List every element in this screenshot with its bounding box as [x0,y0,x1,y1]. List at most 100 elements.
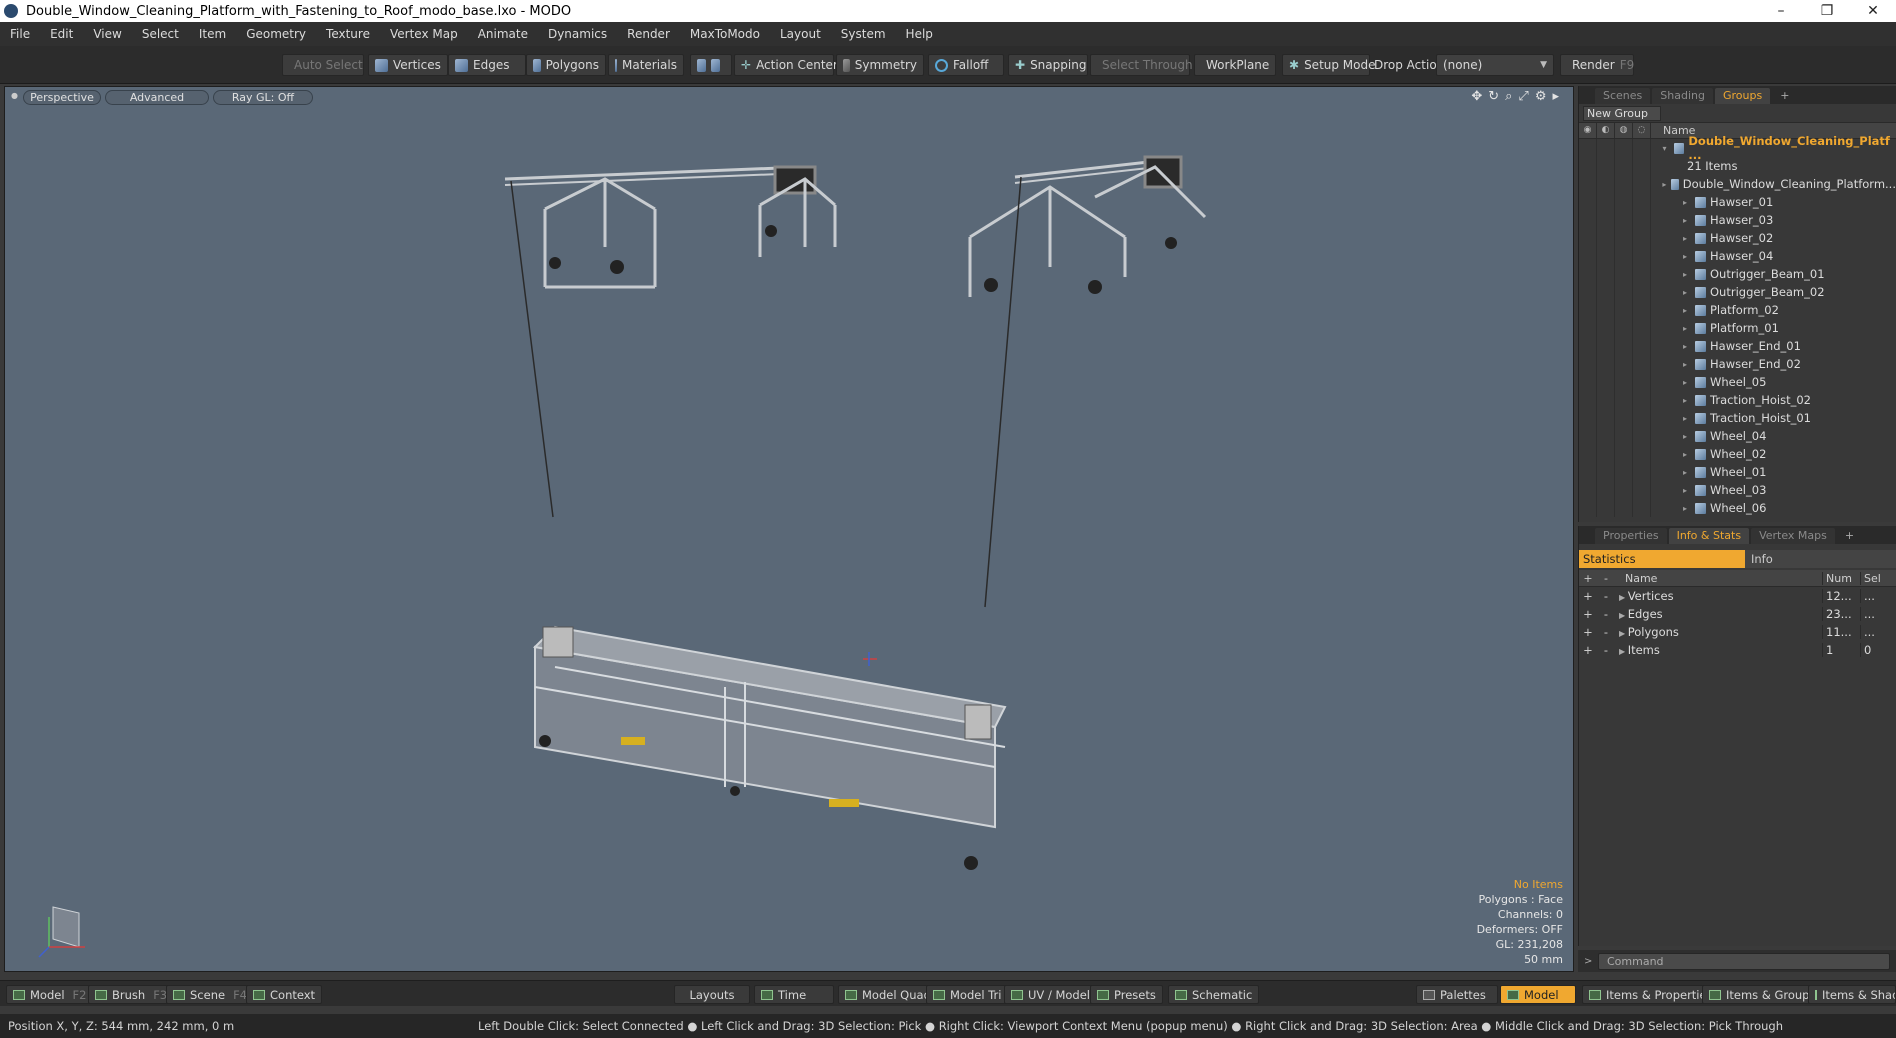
tab-info-stats[interactable]: Info & Stats [1668,528,1750,544]
list-item[interactable]: ▸ Outrigger_Beam_02 [1579,283,1896,301]
snapping-button[interactable]: ✚ Snapping [1008,54,1088,76]
gear-icon[interactable]: ⚙ [1535,89,1547,104]
list-item[interactable]: ▸ Hawser_04 [1579,247,1896,265]
group-row[interactable]: ▾ Double_Window_Cleaning_Platf ... [1579,134,1896,162]
polygons-button[interactable]: Polygons [526,54,606,76]
menu-system[interactable]: System [831,27,896,41]
list-item[interactable]: ▸ Wheel_04 [1579,427,1896,445]
minimize-button[interactable]: – [1758,3,1804,19]
list-item[interactable]: ▸ Wheel_01 [1579,463,1896,481]
minus-icon[interactable]: - [1597,589,1615,603]
render-button[interactable]: Render F9 [1560,54,1634,76]
materials-button[interactable]: Materials [608,54,684,76]
new-group-button[interactable]: New Group [1583,105,1661,121]
plus-icon[interactable]: + [1579,643,1597,657]
3d-viewport[interactable]: ● Perspective Advanced Ray GL: Off ✥ ↻ ⌕… [4,86,1574,972]
model-quad-button[interactable]: Model Quad [838,985,938,1004]
list-item[interactable]: ▸ Wheel_06 [1579,499,1896,517]
menu-item[interactable]: Item [189,27,236,41]
list-item[interactable]: ▸ Platform_02 [1579,301,1896,319]
uv-model-button[interactable]: UV / Model [1004,985,1097,1004]
plus-icon[interactable]: + [1579,589,1597,603]
model-tab-button[interactable]: Model F2 [6,985,94,1004]
menu-help[interactable]: Help [896,27,943,41]
collapse-all-icon[interactable]: - [1597,572,1615,585]
tab-shading[interactable]: Shading [1652,88,1713,104]
drop-action-select[interactable]: (none) ▼ [1436,54,1554,76]
minus-icon[interactable]: - [1597,607,1615,621]
menu-file[interactable]: File [0,27,40,41]
expand-arrow-icon[interactable]: ▶ [1619,611,1628,620]
list-item[interactable]: ▸ Outrigger_Beam_01 [1579,265,1896,283]
items-shading-button[interactable]: Items & Shadi [1808,985,1896,1004]
selection-sets-button[interactable] [690,54,732,76]
model-layout-button[interactable]: Model [1500,985,1576,1004]
tab-statistics[interactable]: Statistics [1579,550,1745,568]
menu-animate[interactable]: Animate [468,27,538,41]
menu-geometry[interactable]: Geometry [236,27,316,41]
tab-vertex-maps[interactable]: Vertex Maps [1751,528,1835,544]
items-properties-button[interactable]: Items & Properties [1582,985,1720,1004]
symmetry-button[interactable]: Symmetry [836,54,924,76]
advanced-button[interactable]: Advanced [105,90,209,105]
select-toggle-icon[interactable]: ◌ [1633,123,1651,138]
auto-select-button[interactable]: Auto Select [282,54,364,76]
list-item[interactable]: ▸ Wheel_03 [1579,481,1896,499]
raygl-button[interactable]: Ray GL: Off [213,90,313,105]
edges-button[interactable]: Edges [448,54,526,76]
menu-maxtomodo[interactable]: MaxToModo [680,27,770,41]
collapse-arrow-icon[interactable]: ▾ [1663,144,1674,153]
layouts-button[interactable]: Layouts [674,985,750,1004]
tab-scenes[interactable]: Scenes [1595,88,1651,104]
menu-view[interactable]: View [83,27,131,41]
menu-layout[interactable]: Layout [770,27,831,41]
minus-icon[interactable]: - [1597,625,1615,639]
tab-properties[interactable]: Properties [1595,528,1667,544]
minus-icon[interactable]: - [1597,643,1615,657]
brush-tab-button[interactable]: Brush F3 [88,985,175,1004]
menu-dynamics[interactable]: Dynamics [538,27,617,41]
tab-groups[interactable]: Groups [1714,88,1771,104]
workplane-button[interactable]: WorkPlane [1194,54,1276,76]
table-row[interactable]: + - ▶ Polygons 11...... [1579,623,1896,641]
list-item[interactable]: ▸ Traction_Hoist_01 [1579,409,1896,427]
pan-icon[interactable]: ✥ [1471,89,1482,104]
list-item[interactable]: ▸ Wheel_05 [1579,373,1896,391]
expand-arrow-icon[interactable]: ▶ [1619,629,1628,638]
schematic-button[interactable]: Schematic [1168,985,1260,1004]
tab-info[interactable]: Info [1745,550,1896,568]
plus-icon[interactable]: + [1579,625,1597,639]
render-toggle-icon[interactable]: ◐ [1597,123,1615,138]
table-row[interactable]: + - ▶ Items 1 0 [1579,641,1896,659]
list-item[interactable]: ▸ Hawser_02 [1579,229,1896,247]
menu-vertex-map[interactable]: Vertex Map [380,27,468,41]
items-groups-button[interactable]: Items & Groups [1702,985,1823,1004]
list-item[interactable]: ▸ Hawser_End_01 [1579,337,1896,355]
viewport-menu-icon[interactable]: ● [11,91,18,100]
visibility-eye-icon[interactable]: ◉ [1579,123,1597,138]
expand-arrow-icon[interactable]: ▶ [1619,593,1628,602]
orbit-icon[interactable]: ↻ [1488,89,1499,104]
list-item[interactable]: ▸ Traction_Hoist_02 [1579,391,1896,409]
expand-arrow-icon[interactable]: ▸ [1552,89,1559,104]
list-item[interactable]: ▸ Hawser_03 [1579,211,1896,229]
menu-select[interactable]: Select [132,27,189,41]
table-row[interactable]: + - ▶ Vertices 12...... [1579,587,1896,605]
list-item[interactable]: ▸ Platform_01 [1579,319,1896,337]
context-tab-button[interactable]: Context [246,985,323,1004]
list-item[interactable]: ▸ Wheel_02 [1579,445,1896,463]
add-tab-button[interactable]: + [1772,88,1797,104]
add-tab-button[interactable]: + [1837,528,1862,544]
restore-button[interactable]: ❐ [1804,3,1850,19]
command-input[interactable]: Command [1598,952,1890,970]
vertices-button[interactable]: Vertices [368,54,448,76]
action-center-button[interactable]: ✛ Action Center [734,54,838,76]
falloff-button[interactable]: Falloff [928,54,1004,76]
lock-icon[interactable]: ◍ [1615,123,1633,138]
expand-arrow-icon[interactable]: ▶ [1619,647,1628,656]
list-item[interactable]: ▸ Hawser_End_02 [1579,355,1896,373]
expand-all-icon[interactable]: + [1579,572,1597,585]
menu-edit[interactable]: Edit [40,27,83,41]
chevron-right-icon[interactable]: > [1584,956,1598,967]
zoom-icon[interactable]: ⌕ [1505,89,1512,104]
